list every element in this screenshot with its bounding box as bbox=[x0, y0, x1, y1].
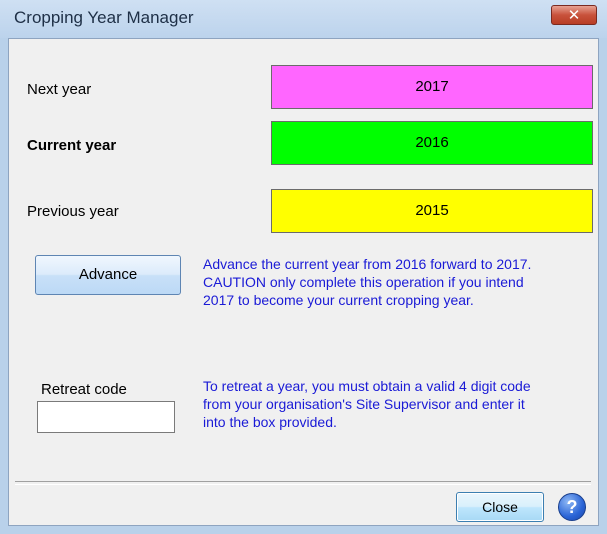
close-window-icon[interactable]: ✕ bbox=[551, 5, 597, 25]
retreat-info-line: from your organisation's Site Supervisor… bbox=[203, 396, 525, 412]
advance-button[interactable]: Advance bbox=[35, 255, 181, 295]
previous-year-box: 2015 bbox=[271, 189, 593, 233]
next-year-label: Next year bbox=[27, 81, 92, 98]
advance-info-text: Advance the current year from 2016 forwa… bbox=[203, 255, 531, 309]
retreat-code-label: Retreat code bbox=[41, 381, 127, 398]
advance-info-line: CAUTION only complete this operation if … bbox=[203, 274, 524, 290]
cropping-year-manager-window: Cropping Year Manager ✕ Next year 2017 C… bbox=[0, 0, 607, 534]
retreat-info-line: into the box provided. bbox=[203, 414, 337, 430]
advance-info-line: Advance the current year from 2016 forwa… bbox=[203, 256, 532, 272]
help-icon[interactable]: ? bbox=[558, 493, 586, 521]
window-title: Cropping Year Manager bbox=[14, 8, 194, 27]
dialog-body: Next year 2017 Current year 2016 Previou… bbox=[8, 38, 599, 526]
current-year-label: Current year bbox=[27, 137, 117, 154]
close-button[interactable]: Close bbox=[456, 492, 544, 522]
title-bar: Cropping Year Manager ✕ bbox=[0, 0, 607, 38]
footer-divider bbox=[15, 481, 591, 485]
retreat-code-input[interactable] bbox=[37, 401, 175, 433]
next-year-box: 2017 bbox=[271, 65, 593, 109]
advance-info-line: 2017 to become your current cropping yea… bbox=[203, 292, 474, 308]
retreat-info-text: To retreat a year, you must obtain a val… bbox=[203, 377, 531, 431]
previous-year-label: Previous year bbox=[27, 203, 119, 220]
retreat-info-line: To retreat a year, you must obtain a val… bbox=[203, 378, 531, 394]
current-year-box: 2016 bbox=[271, 121, 593, 165]
